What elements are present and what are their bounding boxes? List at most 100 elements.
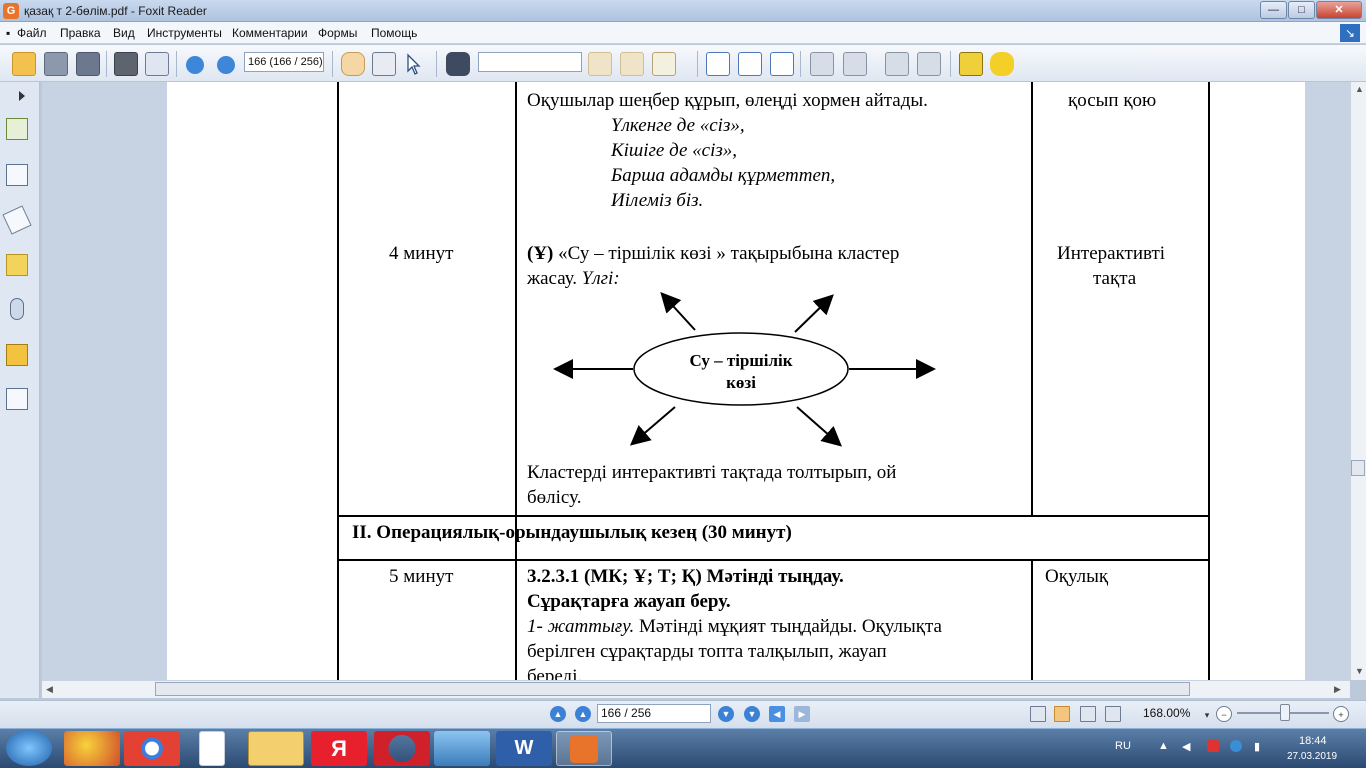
scroll-down-icon[interactable]: ▼ <box>1355 666 1364 676</box>
clock-date[interactable]: 27.03.2019 <box>1287 751 1337 762</box>
pdf-convert-icon[interactable] <box>843 52 867 76</box>
go-forward-icon[interactable]: ▶ <box>794 706 810 722</box>
zoom-100-icon[interactable] <box>706 52 730 76</box>
continuous-facing-view-icon[interactable] <box>1105 706 1121 722</box>
single-page-view-icon[interactable] <box>1030 706 1046 722</box>
menu-item-help[interactable]: Помощь <box>371 26 417 40</box>
menu-item-forms[interactable]: Формы <box>318 26 357 40</box>
table-border <box>337 515 1210 517</box>
pdf-combine-icon[interactable] <box>917 52 941 76</box>
language-indicator[interactable]: RU <box>1115 740 1131 752</box>
signature-icon[interactable] <box>6 388 28 410</box>
panel-expand-icon[interactable] <box>16 90 28 102</box>
security-lock-icon[interactable] <box>6 344 28 366</box>
layers-icon[interactable] <box>2 205 32 235</box>
paint-icon[interactable] <box>64 731 120 766</box>
scroll-up-icon[interactable]: ▲ <box>1355 84 1364 94</box>
menu-item-tools[interactable]: Инструменты <box>147 26 222 40</box>
find-input[interactable] <box>478 52 582 72</box>
bookmarks-icon[interactable] <box>6 118 28 140</box>
first-page-icon[interactable]: ▲ <box>550 706 566 722</box>
last-page-icon[interactable]: ▼ <box>744 706 760 722</box>
menu-item-file[interactable]: Файл <box>17 26 47 40</box>
chrome-icon[interactable] <box>124 731 180 766</box>
pages-icon[interactable] <box>6 164 28 186</box>
pdf-export-icon[interactable] <box>885 52 909 76</box>
page-number-field[interactable]: 166 (166 / 256) <box>244 52 324 72</box>
start-orb-icon[interactable] <box>6 730 52 766</box>
zoom-out-button[interactable]: − <box>1216 706 1232 722</box>
yandex-browser-icon[interactable]: Я <box>311 731 367 766</box>
fit-page-icon[interactable] <box>738 52 762 76</box>
foxit-reader-icon[interactable] <box>556 731 612 766</box>
hand-tool-icon[interactable] <box>341 52 365 76</box>
task-text2: жасау. <box>527 268 582 289</box>
signal-icon[interactable]: ▮ <box>1254 740 1260 753</box>
blank-document-icon[interactable] <box>199 731 225 766</box>
continuous-view-icon[interactable] <box>1054 706 1070 722</box>
foxit-app-icon[interactable]: G <box>3 3 19 19</box>
open-folder-icon[interactable] <box>12 52 36 76</box>
row1-bottom-text2: бөлісу. <box>527 487 582 508</box>
select-text-icon[interactable] <box>372 52 396 76</box>
clock-time[interactable]: 18:44 <box>1299 735 1327 747</box>
menu-item-edit[interactable]: Правка <box>60 26 101 40</box>
save-icon[interactable] <box>44 52 68 76</box>
close-button[interactable]: ✕ <box>1316 1 1362 19</box>
go-back-icon[interactable]: ◀ <box>769 706 785 722</box>
restore-layout-icon[interactable]: ↘ <box>1340 24 1360 42</box>
previous-page-status-icon[interactable]: ▲ <box>575 706 591 722</box>
menu-item-comments[interactable]: Комментарии <box>232 26 308 40</box>
facing-view-icon[interactable] <box>1080 706 1096 722</box>
row2-line4: береді. <box>527 666 583 680</box>
next-page-status-icon[interactable]: ▼ <box>718 706 734 722</box>
left-navigation-panel <box>0 82 40 698</box>
scroll-right-icon[interactable]: ▶ <box>1334 684 1341 695</box>
previous-page-icon[interactable] <box>186 56 204 74</box>
typewriter-icon[interactable] <box>959 52 983 76</box>
pdf-create-icon[interactable] <box>810 52 834 76</box>
task-text: «Су – тіршілік көзі » тақырыбына кластер <box>553 243 900 264</box>
row1-resources2: тақта <box>1093 268 1137 289</box>
select-arrow-icon[interactable] <box>404 52 422 76</box>
scan-icon[interactable] <box>145 52 169 76</box>
opera-icon[interactable] <box>374 731 430 766</box>
page-number-box[interactable]: 166 / 256 <box>597 704 711 723</box>
show-hidden-icons[interactable]: ▲ <box>1158 740 1169 752</box>
note-icon[interactable] <box>990 52 1014 76</box>
zoom-level[interactable]: 168.00% <box>1143 706 1190 720</box>
volume-icon[interactable]: ◀ <box>1182 740 1190 753</box>
minimize-button[interactable]: — <box>1260 1 1287 19</box>
zoom-slider-thumb[interactable] <box>1279 704 1290 721</box>
maximize-button[interactable]: □ <box>1288 1 1315 19</box>
vertical-scroll-thumb[interactable] <box>1351 460 1365 476</box>
attachments-icon[interactable] <box>10 298 24 320</box>
toolbar: 166 (166 / 256) <box>0 45 1366 82</box>
next-page-icon[interactable] <box>217 56 235 74</box>
save-all-icon[interactable] <box>76 52 100 76</box>
task-sample: Үлгі: <box>581 268 620 289</box>
zoom-dropdown-icon[interactable]: ▾ <box>1202 707 1212 721</box>
binoculars-icon[interactable] <box>446 52 470 76</box>
vertical-scrollbar[interactable]: ▲ ▼ <box>1350 82 1366 680</box>
network-icon[interactable] <box>1230 740 1242 752</box>
file-explorer-icon[interactable] <box>248 731 304 766</box>
action-center-icon[interactable] <box>1207 740 1219 752</box>
photo-viewer-icon[interactable] <box>434 731 490 766</box>
horizontal-scroll-thumb[interactable] <box>155 682 1190 696</box>
table-border <box>515 82 517 680</box>
comments-icon[interactable] <box>6 254 28 276</box>
menu-item-view[interactable]: Вид <box>113 26 135 40</box>
row1-bottom-text1: Кластерді интерактивті тақтада толтырып,… <box>527 462 897 483</box>
word-icon[interactable]: W <box>496 731 552 766</box>
table-border <box>337 559 1210 561</box>
print-icon[interactable] <box>114 52 138 76</box>
highlight-icon[interactable] <box>652 52 676 76</box>
find-prev-icon[interactable] <box>588 52 612 76</box>
scroll-left-icon[interactable]: ◀ <box>46 684 53 695</box>
fit-width-icon[interactable] <box>770 52 794 76</box>
toolbar-separator <box>950 51 951 77</box>
zoom-in-button[interactable]: + <box>1333 706 1349 722</box>
document-view[interactable]: Оқушылар шеңбер құрып, өлеңді хормен айт… <box>42 82 1350 680</box>
find-next-icon[interactable] <box>620 52 644 76</box>
